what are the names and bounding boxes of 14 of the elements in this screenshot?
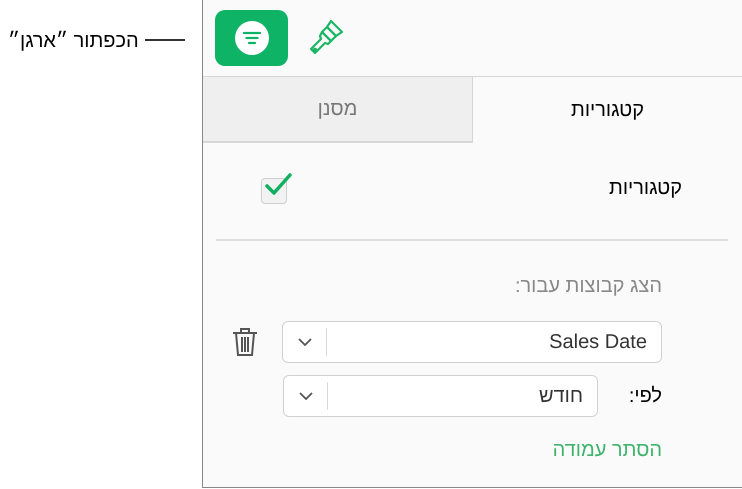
leader-line: [144, 39, 185, 41]
group-interval-popup[interactable]: חודש: [283, 375, 598, 417]
column-popup[interactable]: Sales Date: [282, 321, 662, 363]
chevron-down-icon: [298, 338, 312, 346]
by-label: לפי:: [628, 384, 662, 409]
tab[interactable]: מסנן: [203, 77, 473, 143]
callout-label: הכפתור ״ארגן״: [8, 29, 139, 54]
checkbox-label: קטגוריות: [609, 176, 682, 201]
group-by-label: הצג קבוצות עבור:: [514, 274, 662, 299]
filter-icon: [234, 21, 268, 55]
trash-icon[interactable]: [232, 327, 258, 357]
organize-button[interactable]: [215, 10, 288, 66]
chevron-down-icon: [298, 392, 312, 400]
checkbox[interactable]: [261, 172, 293, 204]
